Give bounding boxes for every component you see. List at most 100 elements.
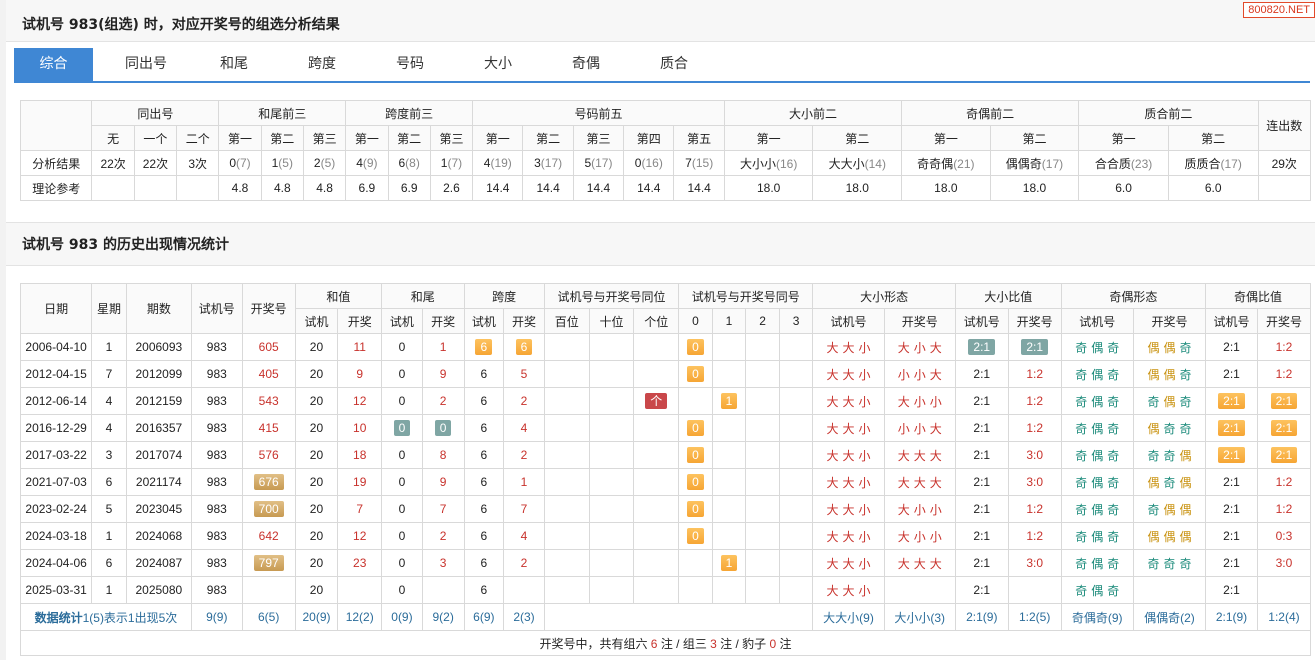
issue-cell: 2012159 [125,387,192,415]
same-number-cell [778,414,814,442]
dx-kj-cell-char: 大 [913,556,926,571]
tab-7[interactable]: 质合 [630,48,718,81]
jo-kj-cell: 奇奇偶 [1132,441,1207,469]
same-number-cell [778,468,814,496]
tab-2[interactable]: 和尾 [190,48,278,81]
jo-kj-char: 奇 [1163,421,1176,436]
dx-sj-cell-char: 大 [842,502,855,517]
reference-cell: 18.0 [989,175,1080,201]
hz-kj-cell: 10 [337,414,383,442]
job-kj-value: 2:1 [1270,393,1298,409]
result-count: (9) [362,156,378,170]
analysis-subheader: 第一 [723,125,814,151]
date-cell: 2024-03-18 [19,522,93,550]
history-row: 2016-12-29 4 2016357 983 415 20 10 0 0 6 4 0 大大小小小大 2… [19,414,1312,442]
row-label: 分析结果 [19,150,93,176]
jo-kj-char: 奇 [1147,394,1160,409]
week-cell: 1 [91,522,127,550]
dx-kj-cell-char: 大 [929,475,942,490]
dx-kj-cell-char: 大 [929,556,942,571]
same-number-cell [778,360,814,388]
dxb-kj-cell: 3:0 [1007,441,1062,469]
tab-underline [14,81,1310,83]
tab-5[interactable]: 大小 [454,48,542,81]
kjh-value: 797 [253,555,284,571]
same-number-cell: 0 [678,522,713,550]
dx-sj-cell-char: 大 [826,340,839,355]
same-number-cell: 0 [678,360,713,388]
jo-kj-char: 偶 [1147,340,1160,355]
result-count: (17) [1220,156,1242,171]
analysis-subheader: 第三 [572,125,625,151]
analysis-result-cell: 合合质(23) [1078,150,1169,176]
tab-4[interactable]: 号码 [366,48,454,81]
sjh-cell: 983 [190,387,243,415]
stat-cell: 0(9) [381,603,423,631]
history-row: 2012-04-15 7 2012099 983 405 20 9 0 9 6 5 0 大大小小小大 2:… [19,360,1312,388]
same-position-cell [543,441,590,469]
sjh-cell: 983 [190,468,243,496]
tab-1[interactable]: 同出号 [102,48,190,81]
analysis-result-cell: 大小小(16) [723,150,814,176]
stat-empty [543,603,814,631]
analysis-result-cell: 4(9) [345,150,389,176]
history-header: 和值 [294,283,383,309]
kd-kj-cell: 4 [503,414,545,442]
hz-kj-cell: 23 [337,549,383,577]
same-number-cell [711,414,747,442]
issue-cell: 2017074 [125,441,192,469]
jo-sj-cell: 奇偶奇 [1060,414,1134,442]
same-position-cell [543,549,590,577]
hw-sj-cell: 0 [381,549,423,577]
result-value: 0 [229,156,236,170]
jo-sj-cell-char: 奇 [1107,556,1120,571]
hz-sj-cell: 20 [294,522,339,550]
analysis-result-cell: 3次 [176,150,220,176]
dxb-sj-cell: 2:1 [954,333,1009,361]
hw-kj-cell: 9 [421,360,465,388]
same-number-mark: 1 [720,393,738,409]
analysis-subheader: 第一 [345,125,389,151]
hz-sj-cell: 20 [294,414,339,442]
tab-0[interactable]: 综合 [14,48,93,81]
same-number-cell [711,333,747,361]
hw-sj-value: 0 [393,420,411,436]
history-row: 2023-02-24 5 2023045 983 700 20 7 0 7 6 7 0 大大小大小小 2:… [19,495,1312,523]
dx-kj-cell-char: 小 [913,394,926,409]
same-number-mark: 0 [687,339,704,355]
sjh-cell: 983 [190,495,243,523]
analysis-reference-row: 理论参考 4.8 4.8 4.8 6.9 6.9 2.6 14.4 14.4 14.4 14.4 14… [19,175,1311,201]
hz-kj-cell: 7 [337,495,383,523]
history-subheader: 试机 [381,308,423,334]
history-header: 跨度 [463,283,545,309]
dx-kj-cell-char: 大 [897,502,910,517]
hz-sj-cell: 20 [294,549,339,577]
analysis-result-cell: 7(15) [673,150,725,176]
reference-cell: 14.4 [673,175,725,201]
jo-sj-cell-char: 奇 [1075,475,1088,490]
week-cell: 6 [91,549,127,577]
dx-kj-cell-char: 小 [897,421,910,436]
kd-sj-cell: 6 [463,576,505,604]
stat-label[interactable]: 数据统计 [35,611,83,625]
kjh-value: 405 [258,367,279,381]
dxb-kj-cell: 2:1 [1007,333,1062,361]
analysis-result-cell: 0(16) [623,150,675,176]
tab-3[interactable]: 跨度 [278,48,366,81]
jo-kj-char: 偶 [1163,529,1176,544]
dx-kj-cell-char: 小 [929,394,942,409]
stat-cell: 偶偶奇(2) [1132,603,1207,631]
result-value: 2 [313,156,321,170]
job-sj-cell: 2:1 [1205,360,1258,388]
date-cell: 2017-03-22 [19,441,93,469]
kd-kj-value: 6 [515,339,533,355]
jo-kj-cell: 偶奇偶 [1132,468,1207,496]
jo-sj-cell-char: 偶 [1091,556,1104,571]
stat-cell: 2:1(9) [954,603,1009,631]
kd-kj-cell: 7 [503,495,545,523]
analysis-subheader: 第二 [522,125,574,151]
reference-cell: 6.9 [387,175,431,201]
stat-label-cell: 数据统计1(5)表示1出现5次 [20,603,192,631]
tab-6[interactable]: 奇偶 [542,48,630,81]
kd-kj-cell: 5 [503,360,545,388]
